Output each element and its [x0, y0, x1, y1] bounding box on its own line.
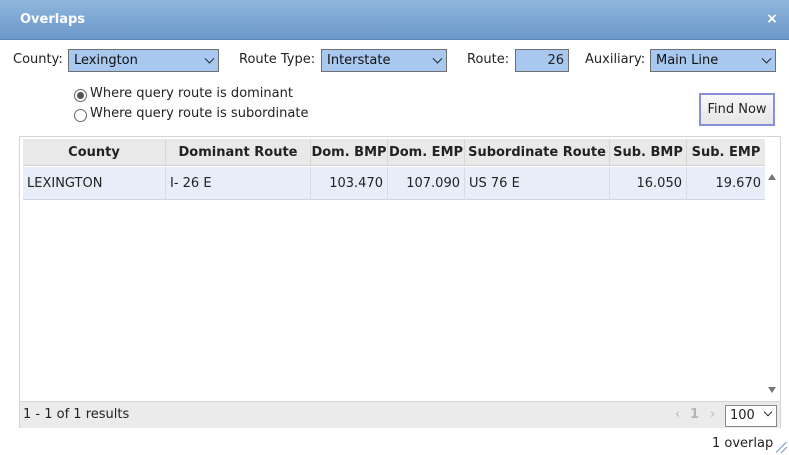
route-input[interactable]: 26	[515, 49, 569, 72]
radio-dominant[interactable]: Where query route is dominant	[74, 86, 314, 104]
cell-county: LEXINGTON	[23, 167, 166, 200]
radio-subordinate[interactable]: Where query route is subordinate	[74, 106, 324, 124]
next-page-icon[interactable]: ›	[710, 407, 715, 422]
column-header-subordinate-route[interactable]: Subordinate Route	[465, 139, 610, 166]
grid-header: County Dominant Route Dom. BMP Dom. EMP …	[23, 139, 765, 166]
overlap-count: 1 overlap	[712, 436, 774, 451]
find-now-button[interactable]: Find Now	[699, 93, 775, 126]
chevron-down-icon	[761, 53, 772, 64]
cell-dom-bmp: 103.470	[311, 167, 388, 200]
county-select-value: Lexington	[74, 53, 138, 68]
window-title: Overlaps	[20, 12, 86, 27]
route-type-select-value: Interstate	[327, 53, 391, 68]
column-header-sub-emp[interactable]: Sub. EMP	[687, 139, 765, 166]
scroll-up-icon[interactable]	[768, 174, 776, 180]
close-icon[interactable]: ×	[765, 11, 779, 27]
route-type-label: Route Type:	[239, 52, 316, 67]
radio-button-dominant[interactable]	[74, 89, 87, 102]
cell-dom-emp: 107.090	[388, 167, 465, 200]
chevron-down-icon	[204, 53, 215, 64]
county-label: County:	[13, 52, 63, 67]
column-header-dominant-route[interactable]: Dominant Route	[166, 139, 311, 166]
results-count: 1 - 1 of 1 results	[23, 407, 130, 422]
column-header-sub-bmp[interactable]: Sub. BMP	[610, 139, 687, 166]
chevron-down-icon	[432, 53, 443, 64]
window-titlebar: Overlaps ×	[0, 0, 789, 40]
cell-sub-bmp: 16.050	[610, 167, 687, 200]
resize-grip-icon[interactable]	[776, 442, 787, 453]
route-type-select[interactable]: Interstate	[321, 49, 447, 72]
results-grid: County Dominant Route Dom. BMP Dom. EMP …	[19, 136, 781, 428]
cell-dominant-route: I- 26 E	[166, 167, 311, 200]
auxiliary-select[interactable]: Main Line	[650, 49, 776, 72]
radio-dominant-label: Where query route is dominant	[90, 86, 293, 101]
auxiliary-label: Auxiliary:	[585, 52, 646, 67]
current-page-number[interactable]: 1	[690, 407, 699, 422]
column-header-dom-emp[interactable]: Dom. EMP	[388, 139, 465, 166]
table-row[interactable]: LEXINGTON I- 26 E 103.470 107.090 US 76 …	[23, 167, 765, 200]
prev-page-icon[interactable]: ‹	[675, 407, 680, 422]
grid-pager: 1 - 1 of 1 results ‹ 1 › 100	[20, 401, 780, 428]
cell-subordinate-route: US 76 E	[465, 167, 610, 200]
route-label: Route:	[467, 52, 510, 67]
radio-button-subordinate[interactable]	[74, 109, 87, 122]
cell-sub-emp: 19.670	[715, 176, 762, 191]
chevron-down-icon	[763, 407, 773, 417]
column-header-dom-bmp[interactable]: Dom. BMP	[311, 139, 388, 166]
scroll-down-icon[interactable]	[768, 387, 776, 393]
county-select[interactable]: Lexington	[68, 49, 219, 72]
column-header-county[interactable]: County	[23, 139, 166, 166]
page-size-select[interactable]: 100	[725, 405, 777, 427]
radio-subordinate-label: Where query route is subordinate	[90, 106, 309, 121]
page-size-value: 100	[730, 408, 755, 423]
auxiliary-select-value: Main Line	[656, 53, 719, 68]
